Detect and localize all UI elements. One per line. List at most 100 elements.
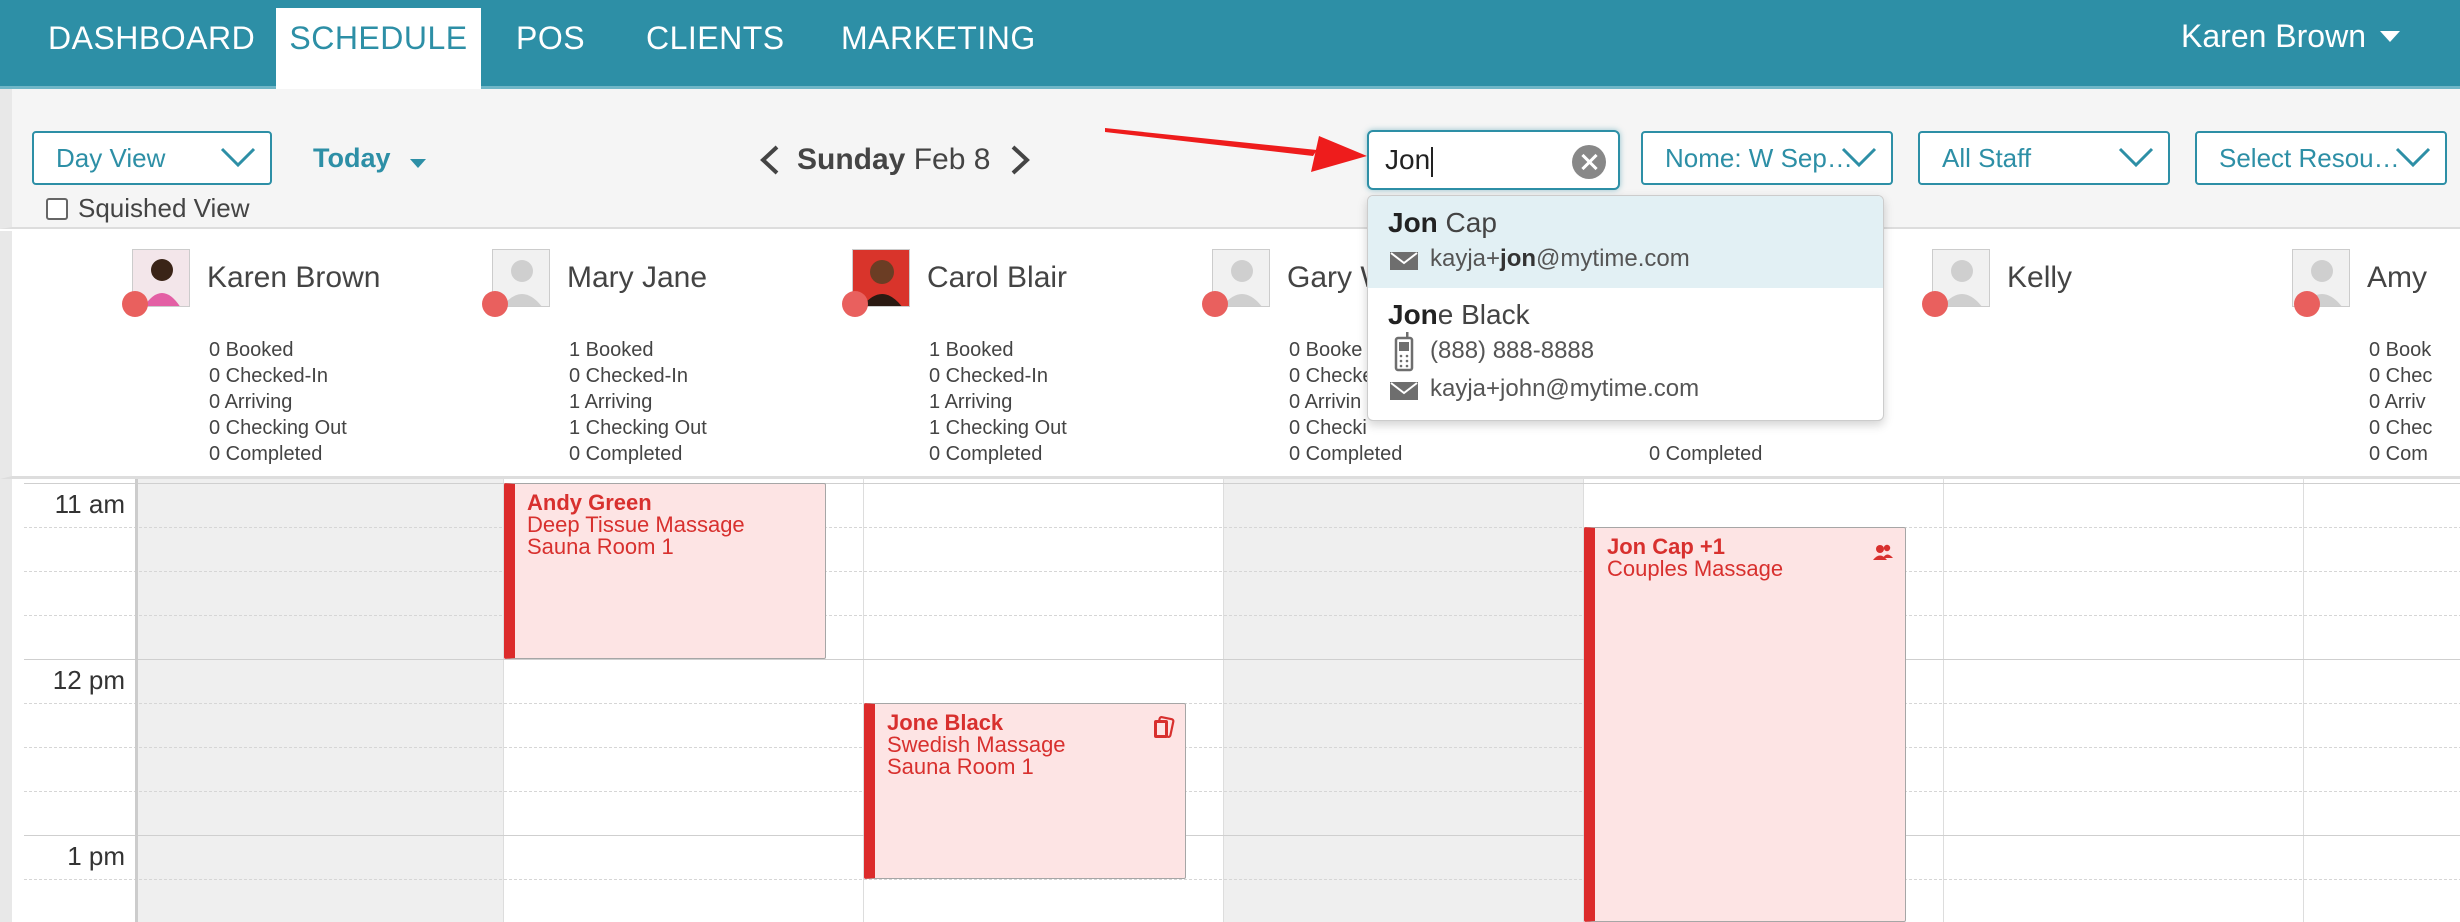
- staff-header-row: Karen Brown 0 Booked 0 Checked-In 0 Arri…: [0, 231, 2460, 479]
- status-dot: [842, 291, 868, 317]
- stat-completed: 0 Completed: [929, 443, 1043, 465]
- search-results-dropdown: Jon Cap kayja+jon@mytime.com Jone Black …: [1367, 195, 1884, 421]
- result-email: kayja+john@mytime.com: [1388, 370, 1863, 408]
- cards-icon: [1154, 716, 1175, 738]
- nav-clients[interactable]: CLIENTS: [646, 0, 785, 89]
- chevron-down-icon: [2118, 147, 2154, 168]
- nav-marketing[interactable]: MARKETING: [841, 0, 1036, 89]
- time-label: 1 pm: [67, 841, 125, 871]
- user-menu[interactable]: Karen Brown: [2181, 0, 2400, 76]
- stat-completed: 0 Com: [2369, 443, 2428, 465]
- quarter-line: [24, 615, 2460, 616]
- status-dot: [1922, 291, 1948, 317]
- time-column: 11 am 12 pm 1 pm: [24, 479, 138, 922]
- prev-day-icon[interactable]: [759, 145, 781, 175]
- staff-column-header[interactable]: Mary Jane 1 Booked 0 Checked-In 1 Arrivi…: [482, 249, 852, 469]
- squished-view-label: Squished View: [78, 193, 250, 223]
- appointment-room: Sauna Room 1: [527, 534, 674, 559]
- appointment-client: Jon Cap +1: [1607, 534, 1725, 559]
- staff-select[interactable]: All Staff: [1918, 131, 2170, 185]
- staff-column-header[interactable]: Carol Blair 1 Booked 0 Checked-In 1 Arri…: [842, 249, 1212, 469]
- appointment-room: Sauna Room 1: [887, 754, 1034, 779]
- staff-day-column[interactable]: [138, 479, 504, 922]
- time-label: 11 am: [54, 489, 125, 519]
- stat-checking-out: 1 Checking Out: [569, 417, 707, 439]
- phone-icon: [1394, 332, 1414, 372]
- status-dot: [482, 291, 508, 317]
- appointment-card[interactable]: Andy Green Deep Tissue Massage Sauna Roo…: [504, 483, 826, 659]
- appointment-service: Deep Tissue Massage: [527, 512, 745, 537]
- stat-arriving: 1 Arriving: [929, 391, 1013, 413]
- quarter-line: [24, 791, 2460, 792]
- email-match: jon: [1500, 245, 1537, 272]
- view-select[interactable]: Day View: [32, 131, 272, 185]
- clear-search-icon[interactable]: [1572, 145, 1606, 179]
- staff-stats: 0 Book 0 Chec 0 Arriv 0 Chec 0 Com: [2369, 337, 2432, 467]
- search-value: Jon: [1385, 144, 1431, 175]
- stat-completed: 0 Completed: [569, 443, 683, 465]
- mail-icon: [1390, 382, 1418, 400]
- resource-select-value: Select Resou…: [2219, 143, 2400, 173]
- appointment-card[interactable]: Jon Cap +1 Couples Massage: [1584, 527, 1906, 922]
- email-address: kayja+john@mytime.com: [1430, 375, 1700, 402]
- stat-checking-out: 1 Checking Out: [929, 417, 1067, 439]
- hour-line: [24, 659, 2460, 660]
- result-name-rest: e Black: [1437, 299, 1530, 330]
- stat-arriving: 0 Arriv: [2369, 391, 2426, 413]
- next-day-icon[interactable]: [1009, 145, 1031, 175]
- mail-icon: [1390, 252, 1418, 270]
- chevron-down-icon: [2395, 147, 2431, 168]
- squished-view-checkbox[interactable]: [46, 198, 68, 220]
- staff-column-header[interactable]: Karen Brown 0 Booked 0 Checked-In 0 Arri…: [122, 249, 492, 469]
- result-name: Jon Cap: [1388, 206, 1863, 240]
- stat-arriving: 1 Arriving: [569, 391, 653, 413]
- nav-pos[interactable]: POS: [516, 0, 585, 89]
- result-email: kayja+jon@mytime.com: [1388, 240, 1863, 278]
- staff-day-column[interactable]: [1224, 479, 1584, 922]
- chevron-down-icon: [220, 147, 256, 168]
- appointment-card[interactable]: Jone Black Swedish Massage Sauna Room 1: [864, 703, 1186, 879]
- stat-booked: 1 Booked: [929, 339, 1014, 361]
- text-cursor: [1431, 146, 1434, 177]
- result-name-match: Jon: [1388, 299, 1438, 330]
- nav-schedule[interactable]: SCHEDULE: [276, 8, 481, 94]
- chevron-down-icon: [2380, 31, 2400, 43]
- email-prefix: kayja+: [1430, 245, 1501, 272]
- staff-column-header[interactable]: Amy 0 Book 0 Chec 0 Arriv 0 Chec 0 Com: [2292, 249, 2460, 469]
- chevron-down-icon: [1841, 147, 1877, 168]
- staff-day-column[interactable]: [2304, 479, 2460, 922]
- today-button[interactable]: Today: [313, 143, 391, 174]
- location-select-value: Nome: W Sep…: [1665, 143, 1853, 173]
- squished-view-toggle[interactable]: Squished View: [46, 193, 250, 224]
- nav-dashboard[interactable]: DASHBOARD: [48, 0, 255, 89]
- stat-checked-in: 0 Checked-In: [929, 365, 1048, 387]
- stat-checked-in: 0 Checked-In: [569, 365, 688, 387]
- top-nav: DASHBOARD SCHEDULE POS CLIENTS MARKETING…: [0, 0, 2460, 94]
- appointment-client: Andy Green: [527, 490, 652, 515]
- quarter-line: [24, 527, 2460, 528]
- current-date: Sunday Feb 8: [797, 135, 990, 185]
- staff-day-column[interactable]: [1944, 479, 2304, 922]
- annotation-arrow-icon: [1105, 128, 1367, 172]
- group-icon: [1873, 544, 1893, 560]
- result-name: Jone Black: [1388, 298, 1863, 332]
- appointment-service: Swedish Massage: [887, 732, 1066, 757]
- client-search-input[interactable]: Jon: [1367, 130, 1620, 190]
- search-result-item[interactable]: Jone Black (888) 888-8888 kayja+john@myt…: [1368, 288, 1883, 418]
- staff-name: Mary Jane: [567, 261, 708, 294]
- result-phone: (888) 888-8888: [1388, 332, 1863, 372]
- stat-checking-out: 0 Chec: [2369, 417, 2433, 439]
- location-select[interactable]: Nome: W Sep…: [1641, 131, 1893, 185]
- staff-name: Amy: [2367, 261, 2427, 294]
- stat-booked: 0 Booked: [209, 339, 294, 361]
- calendar-grid: 11 am 12 pm 1 pm Andy Green Deep Tissue …: [0, 479, 2460, 922]
- time-label: 12 pm: [52, 665, 125, 695]
- search-result-item[interactable]: Jon Cap kayja+jon@mytime.com: [1368, 196, 1883, 288]
- staff-column-header[interactable]: Kelly: [1922, 249, 2292, 469]
- stat-checked-in: 0 Checked-In: [209, 365, 328, 387]
- resource-select[interactable]: Select Resou…: [2195, 131, 2447, 185]
- staff-name: Kelly: [2007, 261, 2073, 294]
- today-caret-icon[interactable]: [410, 159, 426, 168]
- stat-arriving: 0 Arriving: [209, 391, 293, 413]
- quarter-line: [24, 879, 2460, 880]
